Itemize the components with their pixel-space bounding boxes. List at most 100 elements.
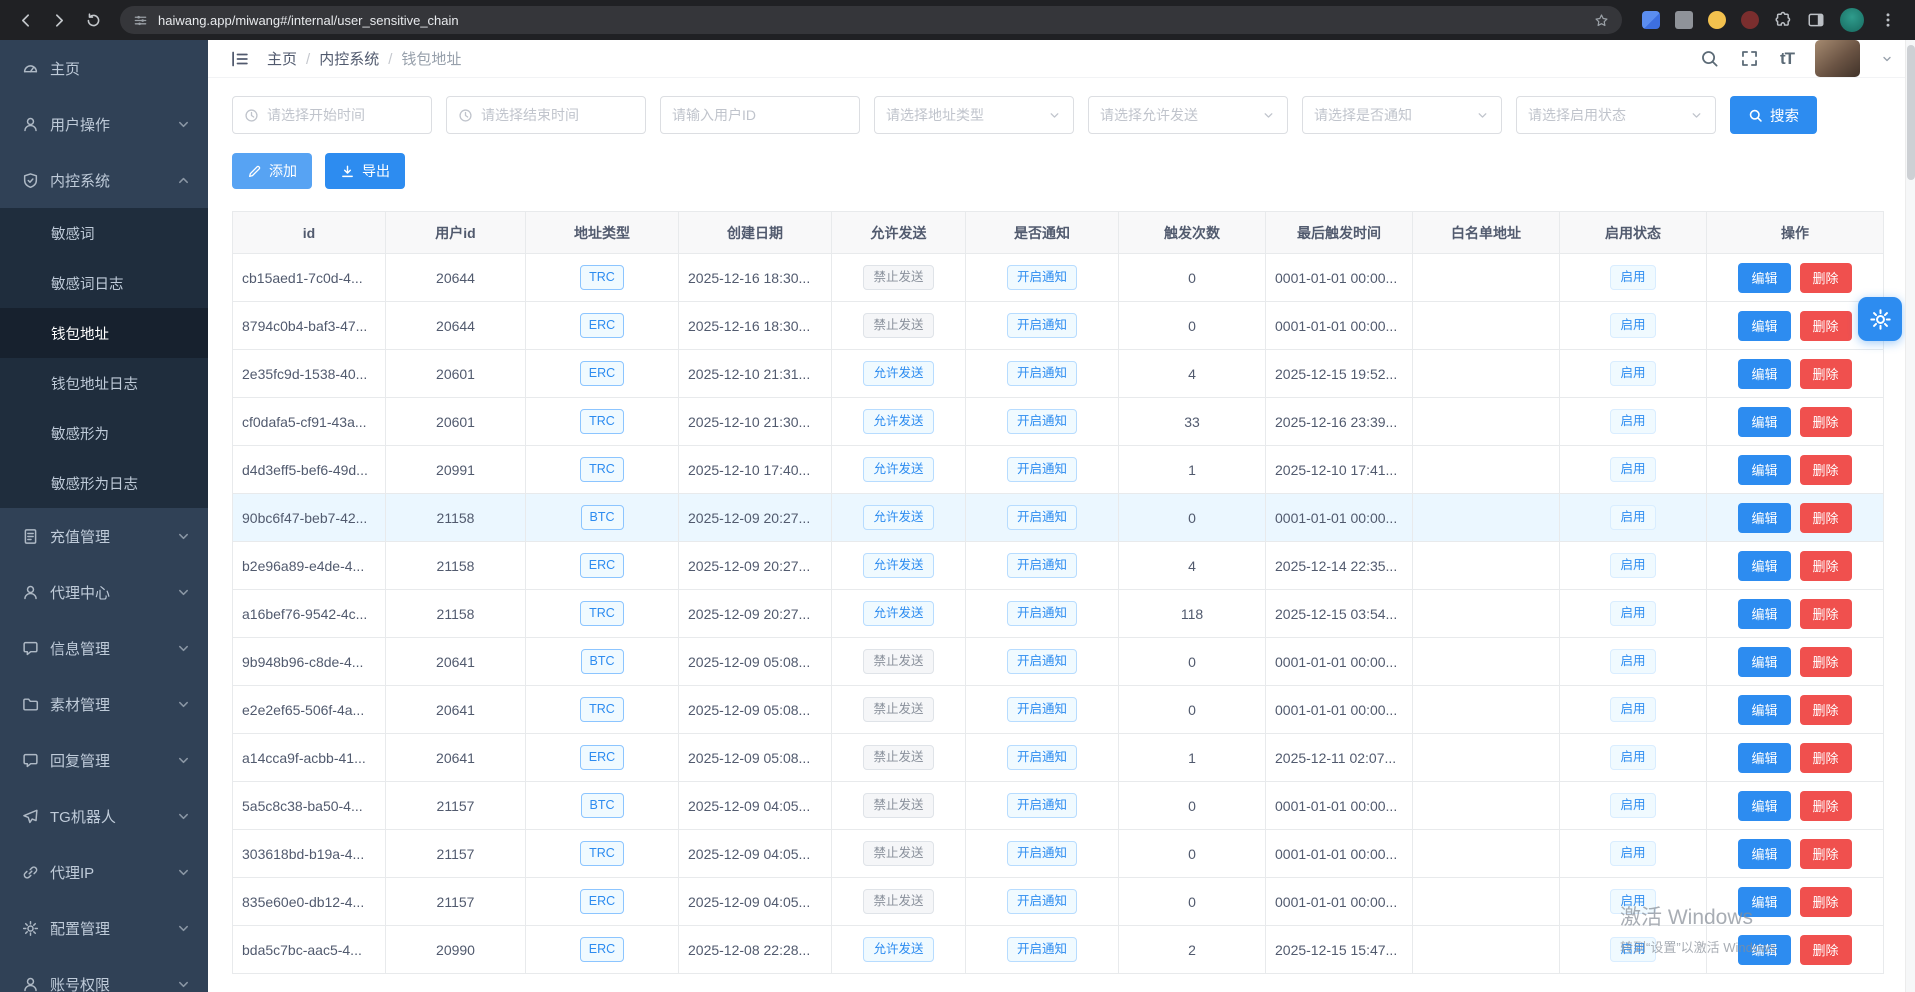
extension-icon-1[interactable] bbox=[1642, 11, 1660, 29]
sidebar-item-reply-management[interactable]: 回复管理 bbox=[0, 732, 208, 788]
user-id-input[interactable]: 请输入用户ID bbox=[660, 96, 860, 134]
edit-button[interactable]: 编辑 bbox=[1738, 599, 1790, 629]
user-icon bbox=[22, 584, 39, 601]
edit-button[interactable]: 编辑 bbox=[1738, 935, 1790, 965]
delete-button[interactable]: 删除 bbox=[1800, 599, 1852, 629]
font-size-icon[interactable]: tT bbox=[1780, 49, 1794, 69]
sidebar-subitem-sensitive-word-logs[interactable]: 敏感词日志 bbox=[0, 258, 208, 308]
delete-button[interactable]: 删除 bbox=[1800, 839, 1852, 869]
edit-button[interactable]: 编辑 bbox=[1738, 359, 1790, 389]
scrollbar-thumb[interactable] bbox=[1907, 45, 1915, 180]
edit-button[interactable]: 编辑 bbox=[1738, 551, 1790, 581]
delete-button[interactable]: 删除 bbox=[1800, 455, 1852, 485]
cell-last-trigger: 0001-01-01 00:00... bbox=[1266, 254, 1413, 302]
delete-button[interactable]: 删除 bbox=[1800, 359, 1852, 389]
sidebar-item-material-management[interactable]: 素材管理 bbox=[0, 676, 208, 732]
sidebar-subitem-wallet-address-logs[interactable]: 钱包地址日志 bbox=[0, 358, 208, 408]
sidebar-collapse-icon[interactable] bbox=[230, 49, 250, 69]
notify-select[interactable]: 请选择是否通知 bbox=[1302, 96, 1502, 134]
edit-button[interactable]: 编辑 bbox=[1738, 503, 1790, 533]
cell-address-type: TRC bbox=[526, 446, 679, 494]
extensions-puzzle-icon[interactable] bbox=[1774, 11, 1792, 29]
edit-button[interactable]: 编辑 bbox=[1738, 695, 1790, 725]
cell-trigger-count: 4 bbox=[1119, 542, 1266, 590]
cell-enable-status: 启用 bbox=[1560, 878, 1707, 926]
extension-icon-3[interactable] bbox=[1708, 11, 1726, 29]
start-time-picker[interactable]: 请选择开始时间 bbox=[232, 96, 432, 134]
delete-button[interactable]: 删除 bbox=[1800, 935, 1852, 965]
sidebar-item-agent-center[interactable]: 代理中心 bbox=[0, 564, 208, 620]
theme-settings-fab[interactable] bbox=[1858, 297, 1902, 341]
sidebar-item-account-permissions[interactable]: 账号权限 bbox=[0, 956, 208, 992]
table-row: 835e60e0-db12-4...21157ERC2025-12-09 04:… bbox=[233, 878, 1884, 926]
sidebar-item-label: 代理IP bbox=[50, 862, 94, 883]
delete-button[interactable]: 删除 bbox=[1800, 407, 1852, 437]
sidebar-item-config-management[interactable]: 配置管理 bbox=[0, 900, 208, 956]
avatar-caret-down-icon[interactable] bbox=[1881, 53, 1893, 65]
table-row: 5a5c8c38-ba50-4...21157BTC2025-12-09 04:… bbox=[233, 782, 1884, 830]
extension-icon-2[interactable] bbox=[1675, 11, 1693, 29]
edit-button[interactable]: 编辑 bbox=[1738, 791, 1790, 821]
table-row: cb15aed1-7c0d-4...20644TRC2025-12-16 18:… bbox=[233, 254, 1884, 302]
delete-button[interactable]: 删除 bbox=[1800, 887, 1852, 917]
cell-user-id: 21157 bbox=[386, 782, 526, 830]
edit-button[interactable]: 编辑 bbox=[1738, 263, 1790, 293]
sidebar-item-internal-control[interactable]: 内控系统 bbox=[0, 152, 208, 208]
sidebar-item-info-management[interactable]: 信息管理 bbox=[0, 620, 208, 676]
sidebar-item-user-operations[interactable]: 用户操作 bbox=[0, 96, 208, 152]
sidebar-item-tg-bot[interactable]: TG机器人 bbox=[0, 788, 208, 844]
edit-button[interactable]: 编辑 bbox=[1738, 743, 1790, 773]
browser-back-icon[interactable] bbox=[10, 5, 40, 35]
edit-button[interactable]: 编辑 bbox=[1738, 887, 1790, 917]
edit-button[interactable]: 编辑 bbox=[1738, 455, 1790, 485]
delete-button[interactable]: 删除 bbox=[1800, 695, 1852, 725]
breadcrumb-internal-control[interactable]: 内控系统 bbox=[319, 48, 392, 69]
delete-button[interactable]: 删除 bbox=[1800, 311, 1852, 341]
scrollbar-track[interactable] bbox=[1905, 40, 1915, 992]
edit-button[interactable]: 编辑 bbox=[1738, 407, 1790, 437]
delete-button[interactable]: 删除 bbox=[1800, 503, 1852, 533]
edit-button[interactable]: 编辑 bbox=[1738, 647, 1790, 677]
end-time-picker[interactable]: 请选择结束时间 bbox=[446, 96, 646, 134]
notify-badge: 开启通知 bbox=[1007, 697, 1077, 722]
address-type-select[interactable]: 请选择地址类型 bbox=[874, 96, 1074, 134]
sidebar-item-label: 代理中心 bbox=[50, 582, 110, 603]
cell-notify: 开启通知 bbox=[966, 590, 1119, 638]
browser-profile-avatar[interactable] bbox=[1840, 8, 1864, 32]
sidebar-item-label: TG机器人 bbox=[50, 806, 116, 827]
breadcrumb-home[interactable]: 主页 bbox=[267, 48, 310, 69]
delete-button[interactable]: 删除 bbox=[1800, 791, 1852, 821]
user-avatar[interactable] bbox=[1815, 40, 1860, 77]
side-panel-icon[interactable] bbox=[1807, 11, 1825, 29]
fullscreen-icon[interactable] bbox=[1740, 49, 1759, 68]
url-bar[interactable]: haiwang.app/miwang#/internal/user_sensit… bbox=[120, 6, 1622, 34]
extension-icon-4[interactable] bbox=[1741, 11, 1759, 29]
allow-send-select[interactable]: 请选择允许发送 bbox=[1088, 96, 1288, 134]
edit-button[interactable]: 编辑 bbox=[1738, 839, 1790, 869]
sidebar-item-proxy-ip[interactable]: 代理IP bbox=[0, 844, 208, 900]
site-settings-icon[interactable] bbox=[133, 13, 148, 28]
sidebar-item-home[interactable]: 主页 bbox=[0, 40, 208, 96]
sidebar-subitem-sensitive-words[interactable]: 敏感词 bbox=[0, 208, 208, 258]
search-icon[interactable] bbox=[1700, 49, 1719, 68]
add-button[interactable]: 添加 bbox=[232, 153, 312, 189]
enable-status-select[interactable]: 请选择启用状态 bbox=[1516, 96, 1716, 134]
sidebar-subitem-wallet-addresses[interactable]: 钱包地址 bbox=[0, 308, 208, 358]
export-button[interactable]: 导出 bbox=[325, 153, 405, 189]
bookmark-star-icon[interactable] bbox=[1594, 13, 1609, 28]
browser-menu-icon[interactable] bbox=[1879, 11, 1897, 29]
browser-refresh-icon[interactable] bbox=[78, 5, 108, 35]
delete-button[interactable]: 删除 bbox=[1800, 647, 1852, 677]
sidebar-item-recharge-management[interactable]: 充值管理 bbox=[0, 508, 208, 564]
cell-operations: 编辑删除 bbox=[1707, 446, 1884, 494]
cell-whitelist bbox=[1413, 782, 1560, 830]
delete-button[interactable]: 删除 bbox=[1800, 551, 1852, 581]
search-button[interactable]: 搜索 bbox=[1730, 96, 1817, 134]
browser-forward-icon[interactable] bbox=[44, 5, 74, 35]
edit-button[interactable]: 编辑 bbox=[1738, 311, 1790, 341]
delete-button[interactable]: 删除 bbox=[1800, 263, 1852, 293]
sidebar-subitem-sensitive-behavior-logs[interactable]: 敏感形为日志 bbox=[0, 458, 208, 508]
cell-operations: 编辑删除 bbox=[1707, 350, 1884, 398]
delete-button[interactable]: 删除 bbox=[1800, 743, 1852, 773]
sidebar-subitem-sensitive-behavior[interactable]: 敏感形为 bbox=[0, 408, 208, 458]
